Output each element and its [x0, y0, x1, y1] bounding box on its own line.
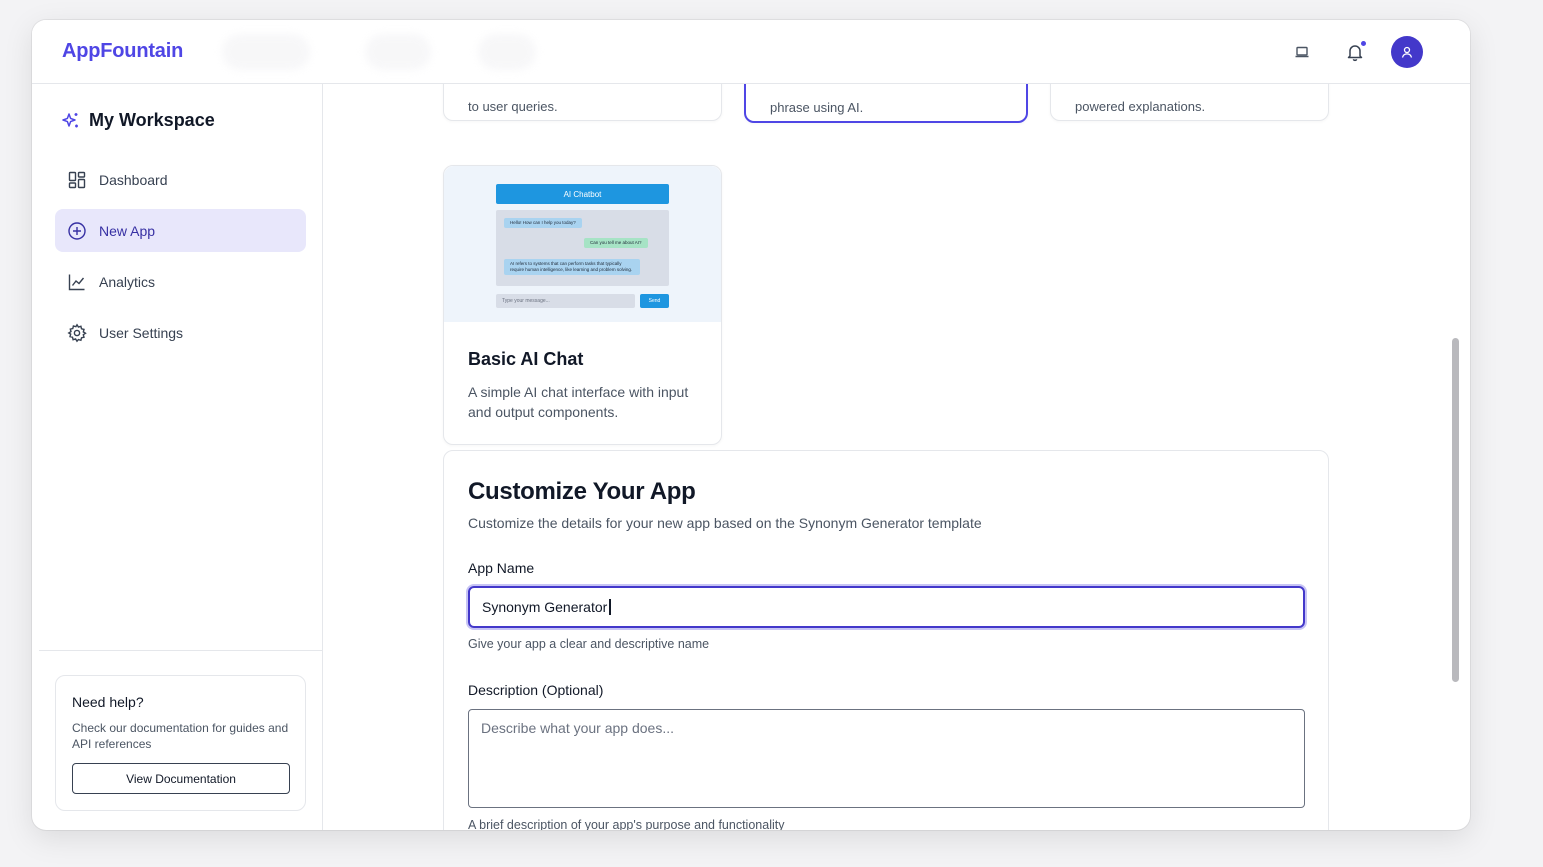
- template-card-basic-ai-chat[interactable]: AI Chatbot Hello! How can I help you tod…: [443, 165, 722, 445]
- customize-subtitle: Customize the details for your new app b…: [468, 515, 982, 531]
- sidebar: My Workspace Dashboard New App Analytics…: [39, 84, 323, 830]
- blurred-nav-item: [478, 34, 536, 70]
- workspace-title: My Workspace: [89, 110, 215, 130]
- blurred-nav-item: [222, 34, 310, 70]
- preview-bubble: Hello! How can I help you today?: [504, 218, 582, 228]
- help-card: Need help? Check our documentation for g…: [55, 675, 306, 811]
- preview-chat-header: AI Chatbot: [496, 184, 669, 204]
- dashboard-icon: [68, 171, 86, 188]
- text-caret: [609, 599, 611, 615]
- description-textarea[interactable]: Describe what your app does...: [468, 709, 1305, 808]
- sidebar-item-new-app[interactable]: New App: [55, 209, 306, 252]
- sidebar-item-user-settings[interactable]: User Settings: [55, 311, 306, 354]
- sparkles-icon: [62, 112, 78, 127]
- template-preview: AI Chatbot Hello! How can I help you tod…: [444, 166, 721, 322]
- user-icon: [1401, 46, 1413, 58]
- sidebar-item-label: Dashboard: [99, 171, 168, 188]
- sidebar-divider: [39, 650, 322, 651]
- sidebar-item-label: New App: [99, 222, 156, 239]
- app-name-label: App Name: [468, 560, 535, 576]
- workspace-header: My Workspace: [61, 110, 215, 131]
- app-name-hint: Give your app a clear and descriptive na…: [468, 637, 710, 651]
- help-title: Need help?: [72, 694, 144, 710]
- gear-icon: [67, 322, 87, 342]
- preview-bubble: AI refers to systems that can perform ta…: [504, 259, 640, 275]
- app-logo[interactable]: AppFountain: [62, 40, 183, 63]
- template-desc: powered explanations.: [1075, 99, 1206, 114]
- notification-dot: [1360, 40, 1367, 47]
- main-content: to user queries. phrase using AI. powere…: [323, 84, 1448, 830]
- app-name-input[interactable]: Synonym Generator: [468, 586, 1305, 628]
- preview-chat-body: Hello! How can I help you today? Can you…: [496, 210, 669, 286]
- sidebar-item-label: Analytics: [99, 273, 156, 290]
- template-card[interactable]: powered explanations.: [1050, 84, 1329, 121]
- plus-circle-icon: [68, 221, 86, 240]
- template-desc: to user queries.: [468, 99, 558, 114]
- template-title: Basic AI Chat: [468, 349, 584, 369]
- scrollbar-thumb[interactable]: [1452, 338, 1459, 682]
- sidebar-item-dashboard[interactable]: Dashboard: [55, 158, 306, 201]
- customize-panel: Customize Your App Customize the details…: [443, 450, 1329, 830]
- view-documentation-button[interactable]: View Documentation: [72, 763, 290, 794]
- bell-icon[interactable]: [1341, 38, 1369, 66]
- template-card[interactable]: to user queries.: [443, 84, 722, 121]
- help-text: Check our documentation for guides and A…: [72, 721, 289, 751]
- preview-input: Type your message...: [496, 294, 635, 308]
- sidebar-nav: Dashboard New App Analytics User Setting…: [55, 158, 306, 362]
- template-card-selected[interactable]: phrase using AI.: [744, 84, 1028, 123]
- app-name-value: Synonym Generator: [482, 599, 608, 615]
- preview-send: Send: [640, 294, 669, 308]
- description-hint: A brief description of your app's purpos…: [468, 818, 785, 830]
- app-window: AppFountain My Workspace Dashboard New A…: [32, 20, 1470, 830]
- top-header: AppFountain: [32, 20, 1470, 84]
- blurred-nav-item: [365, 34, 431, 70]
- sidebar-item-label: User Settings: [99, 324, 184, 341]
- sidebar-item-analytics[interactable]: Analytics: [55, 260, 306, 303]
- template-desc: phrase using AI.: [770, 100, 864, 115]
- template-desc: A simple AI chat interface with input an…: [468, 384, 689, 420]
- description-label: Description (Optional): [468, 682, 604, 698]
- chart-line-icon: [68, 274, 85, 290]
- avatar[interactable]: [1391, 36, 1423, 68]
- laptop-icon[interactable]: [1288, 38, 1316, 66]
- scrollbar[interactable]: [1450, 84, 1460, 830]
- customize-title: Customize Your App: [468, 478, 696, 505]
- preview-bubble: Can you tell me about AI?: [584, 238, 648, 248]
